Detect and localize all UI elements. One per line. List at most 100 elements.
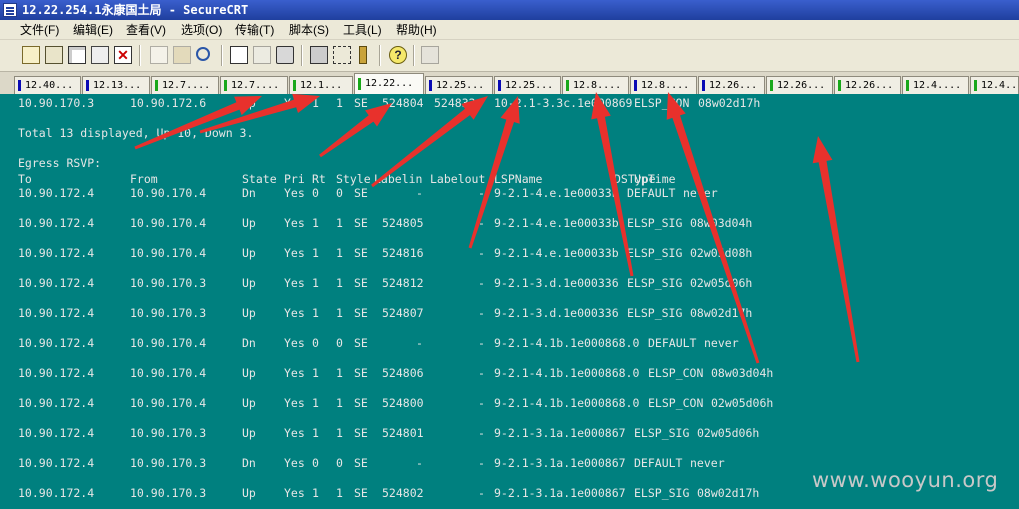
copy-icon[interactable]	[150, 46, 168, 64]
table-cell: ELSP_SIG	[634, 486, 690, 500]
session-tab[interactable]: 12.8....	[630, 76, 697, 94]
session-tab[interactable]: 12.7....	[151, 76, 219, 94]
table-cell: 10.90.170.4	[130, 366, 207, 380]
table-cell: 524802	[382, 486, 424, 500]
terminal-cell: 10.90.170.3	[18, 96, 95, 110]
table-cell: never	[683, 186, 718, 200]
disconnect-icon[interactable]: ✕	[114, 46, 132, 64]
table-cell: 10.90.172.4	[18, 186, 95, 200]
print-setup-icon[interactable]	[230, 46, 248, 64]
table-cell: 10.90.172.4	[18, 336, 95, 350]
title-bar: 12.22.254.1永康国土局 - SecureCRT	[0, 0, 1019, 20]
session-tab[interactable]: 12.7....	[220, 76, 288, 94]
session-tab-bar: 12.40... 12.13... 12.7.... 12.7.... 12.1…	[0, 72, 1019, 94]
table-cell: 10.90.170.3	[130, 426, 207, 440]
table-cell: 524805	[382, 216, 424, 230]
table-cell: 0	[312, 336, 319, 350]
menu-file[interactable]: 文件(F)	[20, 20, 59, 40]
connection-status-indicator	[429, 80, 432, 91]
table-cell: DEFAULT	[648, 336, 697, 350]
session-tab[interactable]: 12.26...	[766, 76, 833, 94]
table-cell: 1	[312, 366, 319, 380]
toolbar-separator	[221, 45, 223, 66]
table-cell: 08w02d17h	[697, 486, 760, 500]
table-cell: Up	[242, 396, 256, 410]
keymap-icon[interactable]	[359, 46, 367, 64]
find-icon[interactable]	[196, 47, 210, 61]
table-cell: 08w03d04h	[690, 216, 753, 230]
connect-icon[interactable]	[22, 46, 40, 64]
print-icon[interactable]	[276, 46, 294, 64]
connection-status-indicator	[358, 78, 361, 90]
table-cell: 9-2.1-4.1b.1e000868.0	[494, 366, 640, 380]
table-cell: Yes	[284, 456, 305, 470]
session-tab-active[interactable]: 12.22...	[354, 73, 424, 94]
table-cell: ELSP_SIG	[634, 426, 690, 440]
menu-edit[interactable]: 编辑(E)	[73, 20, 113, 40]
securecrt-app-icon[interactable]	[3, 3, 17, 17]
connection-status-indicator	[770, 80, 773, 91]
table-cell: 524816	[382, 246, 424, 260]
table-cell: -	[478, 426, 485, 440]
terminal-output[interactable]: 10.90.170.3 10.90.172.6 Up Yes 1 1 SE 524804 524…	[0, 94, 1019, 509]
toolbar-separator	[301, 45, 303, 66]
table-cell: 10.90.170.3	[130, 306, 207, 320]
script-icon[interactable]	[421, 46, 439, 64]
terminal-cell: 10-2.1-3.3c.1e000869	[494, 96, 633, 110]
connection-status-indicator	[224, 80, 227, 91]
table-cell: 524807	[382, 306, 424, 320]
session-tab[interactable]: 12.26...	[698, 76, 765, 94]
session-options-icon[interactable]	[310, 46, 328, 64]
toolbar-separator	[139, 45, 141, 66]
table-cell: 1	[312, 426, 319, 440]
table-cell: 10.90.170.4	[130, 396, 207, 410]
table-cell: Yes	[284, 246, 305, 260]
section-title: Egress RSVP:	[18, 156, 102, 170]
terminal-cell: 1	[312, 96, 319, 110]
table-cell: -	[478, 276, 485, 290]
reconnect-icon[interactable]	[91, 46, 109, 64]
toolbar: ✕ ?	[0, 40, 1019, 72]
session-tab[interactable]: 12.40...	[14, 76, 81, 94]
table-cell: 9-2.1-3.d.1e000336	[494, 306, 619, 320]
menu-transfer[interactable]: 传输(T)	[235, 20, 274, 40]
table-cell: 0	[336, 186, 343, 200]
menu-options[interactable]: 选项(O)	[181, 20, 222, 40]
connection-status-indicator	[838, 80, 841, 91]
session-tab[interactable]: 12.26...	[834, 76, 901, 94]
paste-icon[interactable]	[173, 46, 191, 64]
table-cell: ELSP_SIG	[627, 246, 683, 260]
menu-help[interactable]: 帮助(H)	[396, 20, 437, 40]
menu-script[interactable]: 脚本(S)	[289, 20, 329, 40]
menu-view[interactable]: 查看(V)	[126, 20, 166, 40]
table-cell: Yes	[284, 276, 305, 290]
table-cell: 524801	[382, 426, 424, 440]
session-tab[interactable]: 12.25...	[425, 76, 493, 94]
session-tab[interactable]: 12.1...	[289, 76, 353, 94]
table-cell: 10.90.172.4	[18, 396, 95, 410]
table-cell: 1	[336, 216, 343, 230]
table-cell: 1	[336, 246, 343, 260]
table-cell: Yes	[284, 336, 305, 350]
session-tab[interactable]: 12.25...	[494, 76, 561, 94]
table-cell: Up	[242, 486, 256, 500]
table-cell: -	[416, 186, 423, 200]
table-cell: -	[416, 456, 423, 470]
quick-connect-icon[interactable]	[45, 46, 63, 64]
session-tab[interactable]: 12.4....	[902, 76, 969, 94]
table-cell: SE	[354, 456, 368, 470]
help-icon[interactable]: ?	[389, 46, 407, 64]
global-options-icon[interactable]	[333, 46, 351, 64]
table-cell: 9-2.1-4.1b.1e000868.0	[494, 336, 640, 350]
connect-tab-icon[interactable]	[68, 46, 86, 64]
terminal-cell: 524832	[434, 96, 476, 110]
print-selection-icon[interactable]	[253, 46, 271, 64]
table-cell: 1	[336, 366, 343, 380]
table-cell: SE	[354, 366, 368, 380]
session-tab[interactable]: 12.8....	[562, 76, 629, 94]
menu-tools[interactable]: 工具(L)	[343, 20, 382, 40]
session-tab[interactable]: 12.13...	[82, 76, 150, 94]
table-cell: 08w03d04h	[711, 366, 774, 380]
session-tab[interactable]: 12.4....	[970, 76, 1019, 94]
table-cell: 1	[336, 306, 343, 320]
